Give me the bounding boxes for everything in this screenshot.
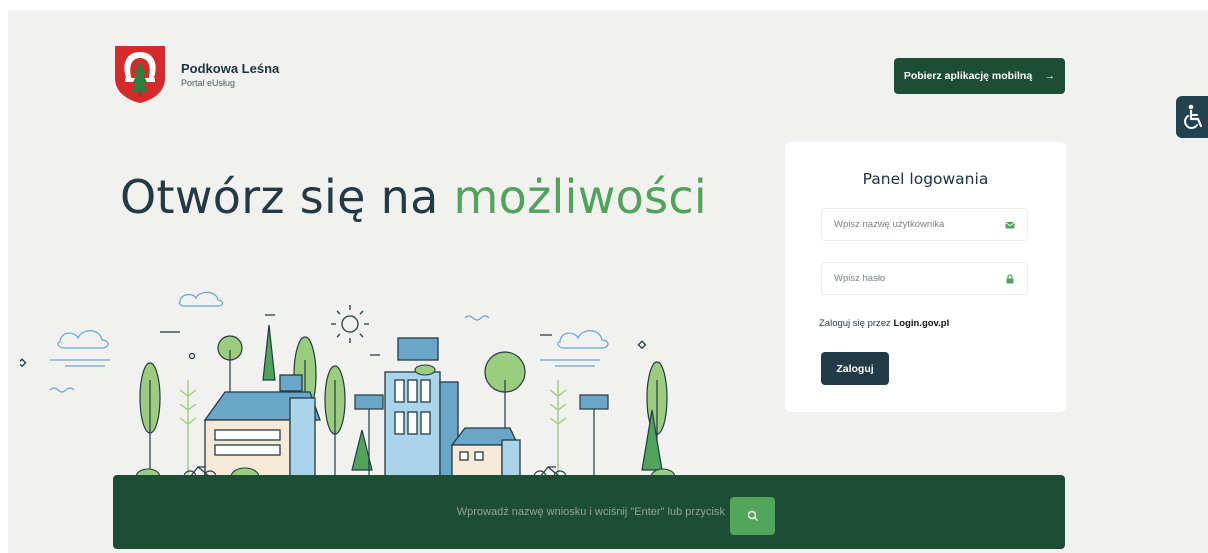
brand-subtitle: Portal eUsług: [181, 77, 236, 88]
envelope-icon: [1005, 221, 1015, 228]
login-gov-link[interactable]: Login.gov.pl: [893, 318, 949, 329]
username-field[interactable]: [821, 208, 1028, 241]
arrow-right-icon: →: [1044, 70, 1056, 82]
download-app-button[interactable]: Pobierz aplikację mobilną →: [894, 58, 1065, 94]
accessibility-button[interactable]: [1176, 96, 1208, 138]
login-gov-prefix: Zaloguj się przez: [819, 318, 891, 329]
headline-accent: możliwości: [453, 170, 708, 224]
page-background: Podkowa Leśna Portal eUsług Pobierz apli…: [8, 10, 1208, 553]
lock-icon: [1006, 273, 1014, 283]
search-bar: [113, 475, 1065, 549]
login-title: Panel logowania: [862, 170, 989, 188]
login-button[interactable]: Zaloguj: [821, 352, 889, 385]
password-input[interactable]: [834, 273, 1005, 284]
page-headline: Otwórz się na możliwości: [120, 170, 707, 224]
coat-of-arms-icon: [115, 46, 165, 103]
headline-text: Otwórz się na: [120, 170, 439, 224]
search-button[interactable]: [730, 497, 775, 535]
login-panel: Panel logowania Zaloguj się przez Login.…: [785, 142, 1066, 412]
download-app-label: Pobierz aplikację mobilną: [903, 70, 1033, 82]
search-input[interactable]: [313, 499, 725, 525]
wheelchair-icon: [1184, 104, 1203, 129]
login-gov-text: Zaloguj się przez Login.gov.pl: [819, 318, 949, 329]
search-icon: [747, 510, 758, 521]
brand-name: Podkowa Leśna: [181, 60, 280, 76]
username-input[interactable]: [834, 219, 1005, 230]
password-field[interactable]: [821, 262, 1028, 295]
city-illustration: [20, 291, 680, 487]
brand-logo[interactable]: Podkowa Leśna Portal eUsług: [113, 44, 279, 104]
